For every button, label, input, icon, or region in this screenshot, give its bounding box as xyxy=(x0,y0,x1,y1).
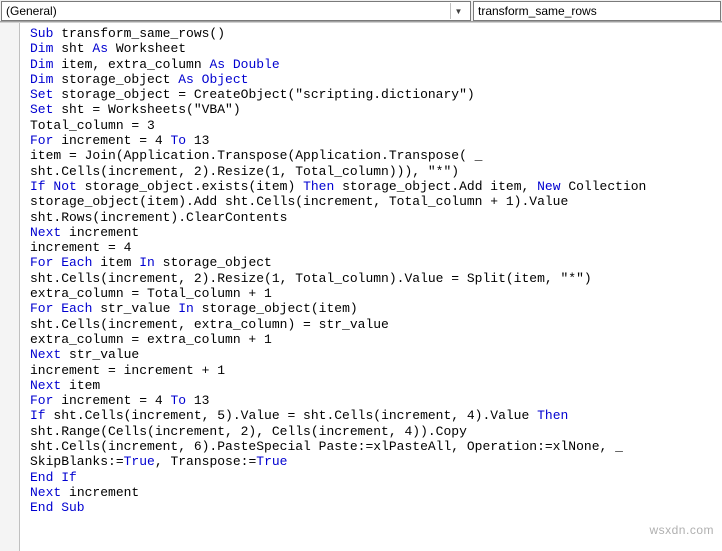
code-gutter xyxy=(0,23,20,551)
object-dropdown-value: (General) xyxy=(6,4,446,18)
code-editor[interactable]: Sub transform_same_rows() Dim sht As Wor… xyxy=(20,23,722,551)
object-dropdown[interactable]: (General) ▼ xyxy=(1,1,471,21)
chevron-down-icon: ▼ xyxy=(450,3,466,19)
procedure-dropdown-value: transform_same_rows xyxy=(478,4,716,18)
object-proc-bar: (General) ▼ transform_same_rows xyxy=(0,0,722,22)
procedure-dropdown[interactable]: transform_same_rows xyxy=(473,1,721,21)
code-area: Sub transform_same_rows() Dim sht As Wor… xyxy=(0,22,722,551)
watermark: wsxdn.com xyxy=(649,523,714,537)
